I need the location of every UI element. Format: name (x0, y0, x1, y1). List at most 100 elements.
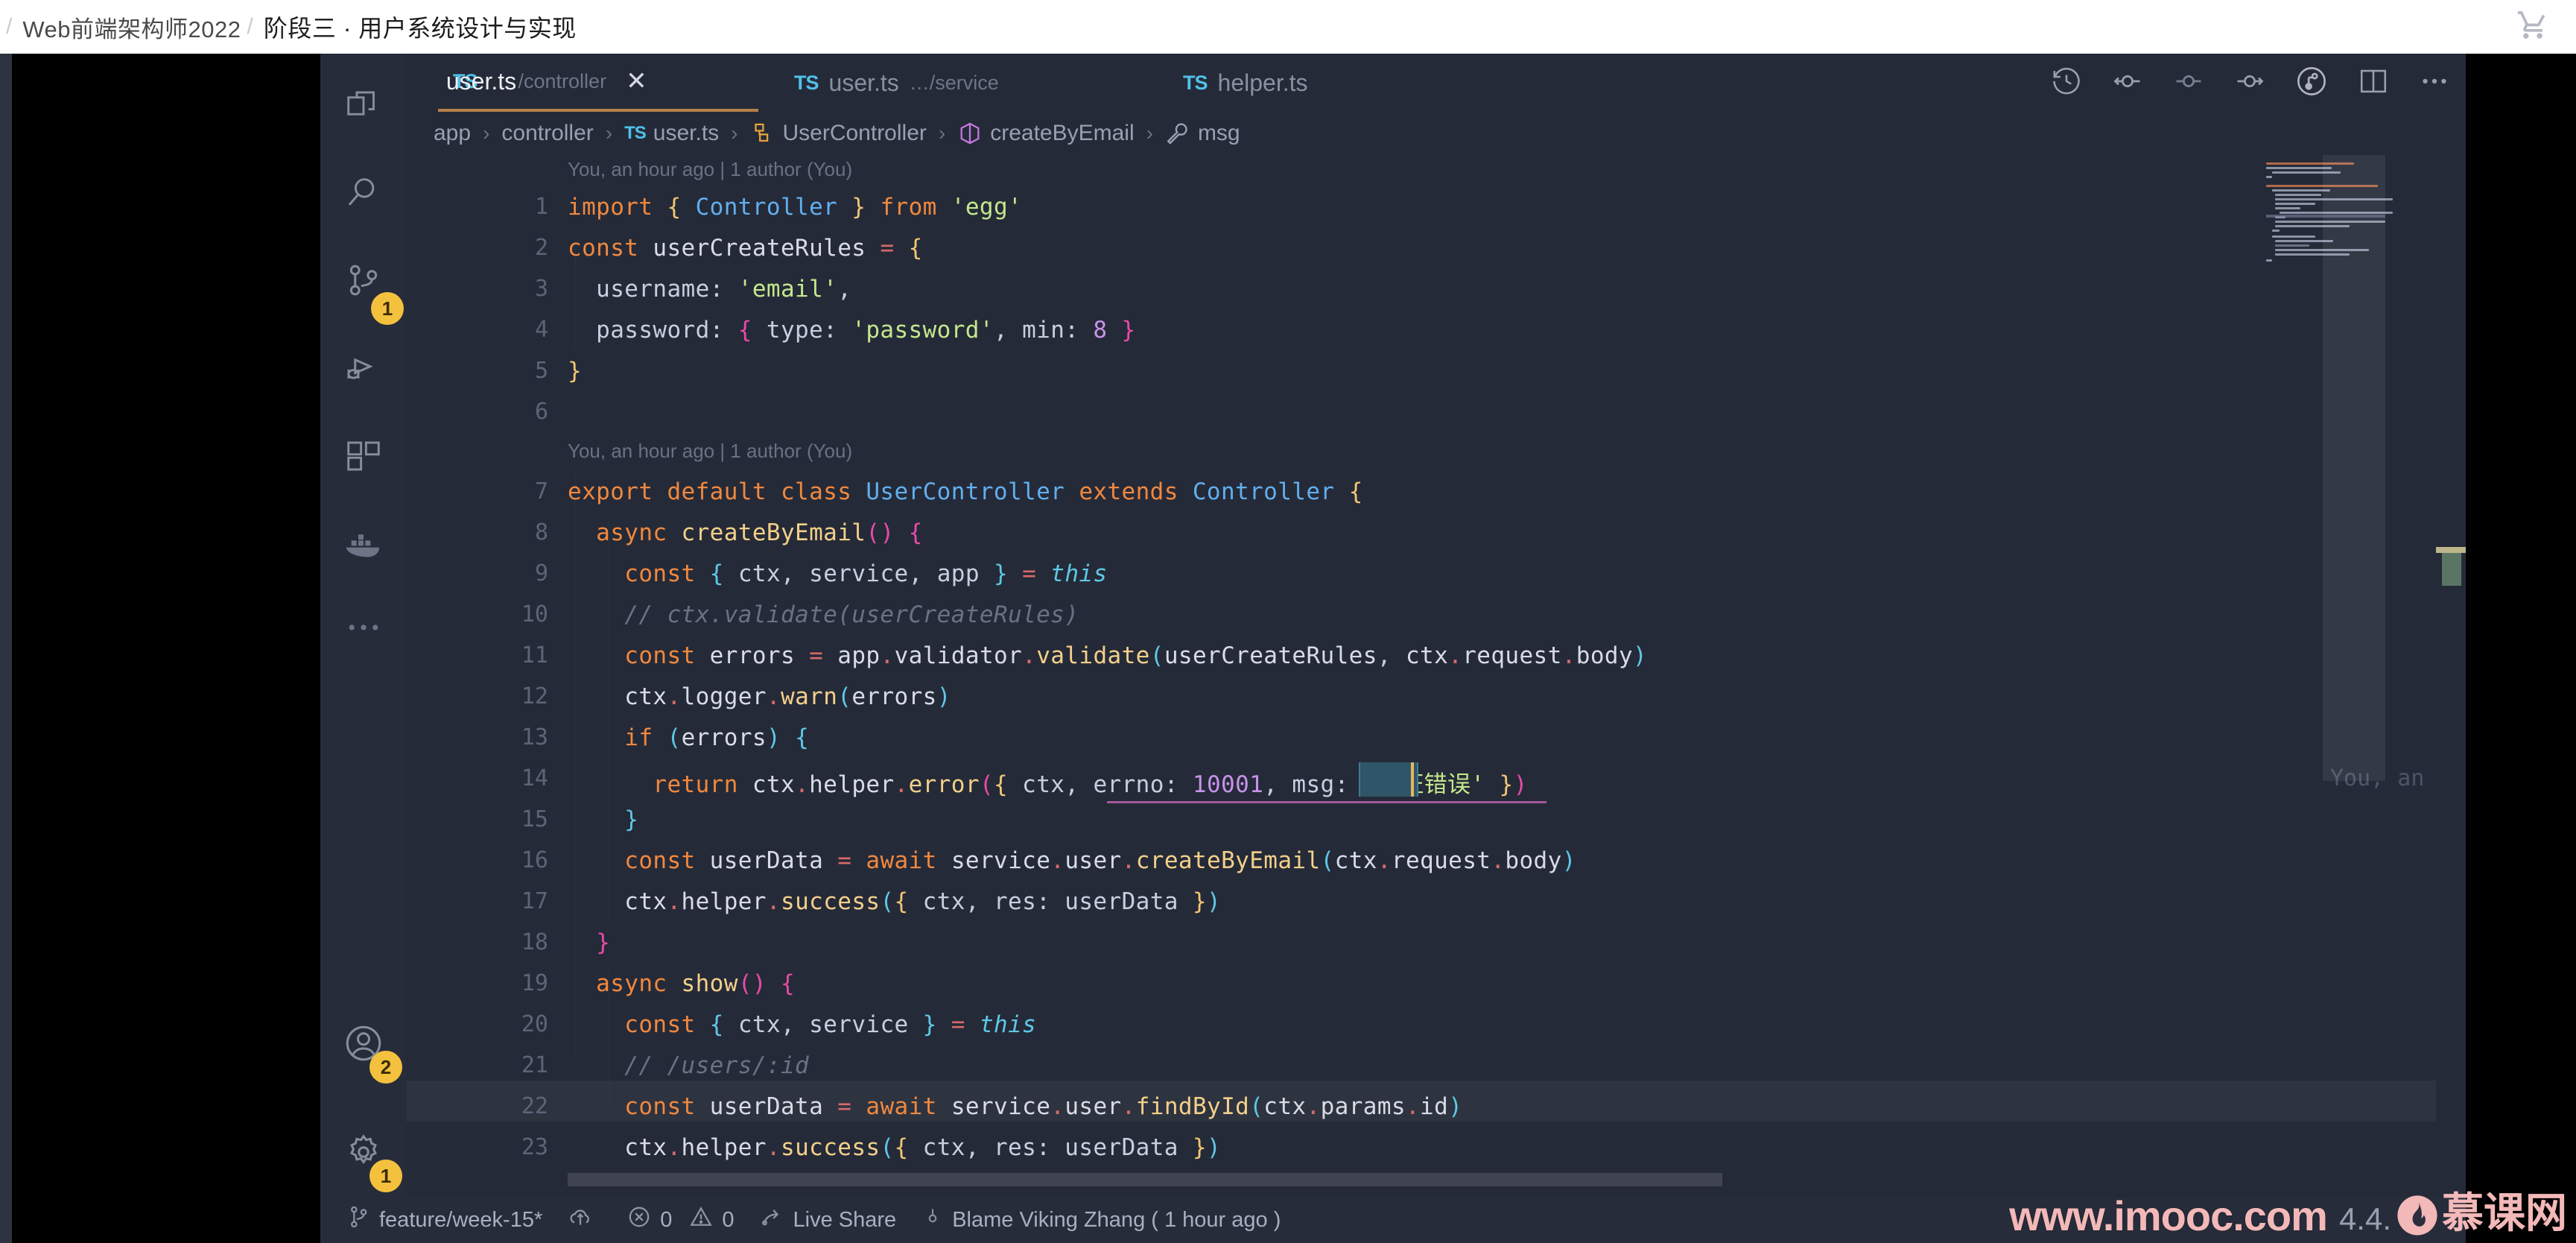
current-change-icon[interactable] (2172, 65, 2205, 101)
code-line-16: const userData = await service.user.crea… (624, 847, 1576, 874)
sidebar-item-more-views[interactable] (320, 586, 407, 672)
minimap-selection-mark (2266, 215, 2385, 218)
line-number: 1 (534, 194, 548, 220)
sidebar-item-extensions[interactable] (320, 414, 407, 501)
code-line-21: // /users/:id (568, 1052, 810, 1079)
code-line-20: const { ctx, service } = this (624, 1011, 1037, 1038)
breadcrumb-separator: › (938, 121, 946, 145)
chapter-title[interactable]: 阶段三 · 用户系统设计与实现 (264, 10, 577, 44)
timeline-history-icon[interactable] (2050, 65, 2083, 101)
run-debug-icon (343, 348, 384, 392)
breadcrumb-item-user-ts[interactable]: user.ts (653, 121, 719, 146)
accounts-badge: 2 (369, 1051, 402, 1084)
breadcrumb-item-usercontroller[interactable]: UserController (782, 121, 926, 146)
text-caret (1411, 762, 1414, 797)
error-circle-icon (626, 1204, 660, 1236)
sidebar-item-docker[interactable] (320, 502, 407, 589)
imooc-flame-logo (2396, 1194, 2439, 1237)
line-number: 18 (521, 929, 548, 955)
code-line-8: async createByEmail() { (596, 519, 923, 546)
sidebar-item-accounts[interactable]: 2 (320, 1002, 407, 1088)
tab-user-ts-service[interactable]: TS user.ts …/service (779, 54, 1025, 112)
breadcrumb-item-msg[interactable]: msg (1198, 121, 1240, 146)
line-number: 23 (521, 1134, 548, 1160)
search-icon (343, 172, 384, 216)
error-count: 0 (660, 1207, 673, 1232)
status-blame[interactable]: Blame Viking Zhang ( 1 hour ago ) (921, 1204, 1281, 1236)
warning-count: 0 (722, 1207, 735, 1232)
minimap[interactable] (2253, 155, 2394, 1189)
watermark-brand: 慕课网 (2442, 1189, 2567, 1238)
letterbox-black-right (2466, 54, 2576, 1243)
imooc-watermark: www.imooc.com 4.4. 慕课网 (2009, 1180, 2567, 1240)
tab-label: helper.ts (1217, 69, 1308, 96)
line-number: 11 (521, 642, 548, 668)
code-line-4: password: { type: 'password', min: 8 } (568, 317, 1136, 344)
close-icon[interactable]: ✕ (626, 66, 647, 96)
sidebar-item-source-control[interactable]: 1 (320, 238, 407, 325)
line-number: 5 (534, 358, 548, 384)
editor-tab-bar: TS user.ts …/controller ✕ TS user.ts …/s… (407, 54, 2466, 112)
code-line-7: export default class UserController exte… (568, 478, 1363, 505)
letterbox-left-edge (0, 54, 12, 1243)
line-number: 22 (521, 1093, 548, 1119)
next-change-icon[interactable] (2233, 65, 2266, 101)
typescript-icon: TS (1183, 71, 1208, 94)
status-live-share[interactable]: Live Share (760, 1204, 896, 1236)
overview-ruler[interactable] (2436, 155, 2466, 1189)
git-commit-icon (921, 1204, 952, 1236)
watermark-url: www.imooc.com (2009, 1192, 2328, 1239)
line-number: 4 (534, 317, 548, 343)
code-line-12: ctx.logger.warn(errors) (568, 683, 951, 710)
line-number: 12 (521, 683, 548, 709)
tab-helper-ts[interactable]: TS helper.ts (1168, 54, 1392, 112)
coursebar-separator-0: / (6, 14, 13, 39)
status-sync[interactable] (568, 1204, 601, 1236)
code-editor[interactable]: You, an hour ago | 1 author (You) 1 impo… (407, 155, 2466, 1189)
breadcrumb-item-createbyemail[interactable]: createByEmail (990, 121, 1134, 146)
status-problems[interactable]: 0 0 (626, 1204, 735, 1236)
ellipsis-icon (343, 607, 384, 651)
code-line-15: } (568, 806, 639, 833)
shopping-cart-icon[interactable] (2516, 9, 2549, 45)
code-line-22: const userData = await service.user.find… (624, 1093, 1463, 1120)
minimap-slider[interactable] (2323, 155, 2385, 781)
split-editor-icon[interactable] (2357, 65, 2390, 101)
letterbox-black-left (12, 54, 320, 1243)
editor-action-bar (2050, 54, 2451, 112)
code-line-9: const { ctx, service, app } = this (624, 560, 1108, 587)
branch-label: feature/week-15* (379, 1207, 543, 1232)
property-icon (1165, 121, 1190, 146)
sidebar-item-manage[interactable]: 1 (320, 1110, 407, 1197)
git-graph-icon[interactable] (2294, 64, 2329, 102)
blame-header: You, an hour ago | 1 author (You) (568, 158, 853, 180)
more-actions-icon[interactable] (2418, 65, 2451, 101)
code-line-19: async show() { (596, 970, 796, 997)
code-line-23: ctx.helper.success({ ctx, res: userData … (568, 1134, 1222, 1161)
extensions-icon (343, 436, 384, 480)
previous-change-icon[interactable] (2111, 65, 2144, 101)
line-number: 20 (521, 1011, 548, 1037)
tab-user-ts-controller[interactable]: TS user.ts …/controller ✕ (438, 54, 758, 112)
overview-added-mark (2442, 553, 2461, 586)
course-title[interactable]: Web前端架构师2022 (22, 10, 241, 44)
breadcrumb-item-app[interactable]: app (434, 121, 471, 146)
line-number: 2 (534, 235, 548, 261)
horizontal-scrollbar[interactable] (568, 1173, 1722, 1186)
line-number: 3 (534, 276, 548, 302)
code-line-5: } (568, 358, 583, 385)
screenshot-root: / Web前端架构师2022 / 阶段三 · 用户系统设计与实现 1 2 1 T… (0, 0, 2576, 1243)
breadcrumb-item-controller[interactable]: controller (501, 121, 593, 146)
sidebar-item-search[interactable] (320, 151, 407, 237)
code-line-2: const userCreateRules = { (568, 235, 923, 262)
status-branch[interactable]: feature/week-15* (346, 1204, 542, 1236)
tab-label: user.ts (828, 69, 899, 96)
sidebar-item-explorer[interactable] (320, 64, 407, 151)
vscode-window: 1 2 1 TS user.ts …/controller ✕ TS user.… (320, 54, 2466, 1243)
line-number: 8 (534, 519, 548, 545)
breadcrumb-separator: › (1146, 121, 1153, 145)
blame-label: Blame Viking Zhang ( 1 hour ago ) (952, 1207, 1281, 1232)
line-number: 9 (534, 560, 548, 586)
sidebar-item-run-debug[interactable] (320, 326, 407, 413)
code-line-1: import { Controller } from 'egg' (568, 194, 1023, 221)
